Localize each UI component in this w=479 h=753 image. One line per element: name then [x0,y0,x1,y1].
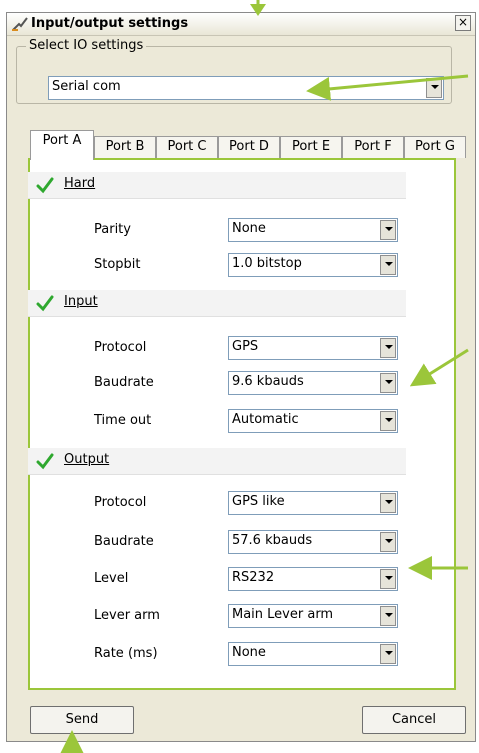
stopbit-value: 1.0 bitstop [232,256,302,271]
chevron-down-icon[interactable] [380,373,396,393]
output-lever-arm-select[interactable]: Main Lever arm [228,604,398,628]
chevron-down-icon[interactable] [426,78,442,98]
cancel-button[interactable]: Cancel [362,706,466,734]
tab-port-e[interactable]: Port E [280,136,342,158]
input-timeout-select[interactable]: Automatic [228,409,398,433]
input-protocol-value: GPS [232,339,259,354]
chevron-down-icon[interactable] [380,644,396,664]
checkmark-icon [36,177,54,194]
io-settings-group-label: Select IO settings [26,38,147,53]
input-protocol-select[interactable]: GPS [228,336,398,360]
checkmark-icon [36,453,54,470]
input-baudrate-select[interactable]: 9.6 kbauds [228,371,398,395]
section-input-title[interactable]: Input [64,294,98,309]
output-rate-select[interactable]: None [228,642,398,666]
section-output-title[interactable]: Output [64,452,109,467]
chevron-down-icon[interactable] [380,569,396,589]
output-level-select[interactable]: RS232 [228,567,398,591]
stopbit-select[interactable]: 1.0 bitstop [228,253,398,277]
checkmark-icon [36,295,54,312]
output-baudrate-select[interactable]: 57.6 kbauds [228,530,398,554]
input-protocol-label: Protocol [94,340,147,355]
tab-port-d[interactable]: Port D [218,136,280,158]
input-timeout-value: Automatic [232,412,299,427]
output-lever-arm-label: Lever arm [94,608,160,623]
app-icon [12,17,28,31]
close-button[interactable]: × [455,15,471,31]
chevron-down-icon[interactable] [380,493,396,513]
section-hard: Hard [28,172,406,199]
output-level-label: Level [94,571,129,586]
chevron-down-icon[interactable] [380,220,396,240]
parity-value: None [232,221,266,236]
chevron-down-icon[interactable] [380,532,396,552]
chevron-down-icon[interactable] [380,411,396,431]
parity-select[interactable]: None [228,218,398,242]
tab-port-b[interactable]: Port B [94,136,156,158]
chevron-down-icon[interactable] [380,255,396,275]
title-bar: Input/output settings × [7,13,475,36]
io-settings-select-value: Serial com [52,79,121,94]
output-level-value: RS232 [232,570,275,585]
input-baudrate-value: 9.6 kbauds [232,374,304,389]
io-settings-select[interactable]: Serial com [48,76,444,100]
output-rate-value: None [232,645,266,660]
tab-port-f[interactable]: Port F [342,136,404,158]
output-protocol-value: GPS like [232,494,285,509]
send-button[interactable]: Send [30,706,134,734]
section-input: Input [28,290,406,317]
section-output: Output [28,448,406,475]
chevron-down-icon[interactable] [380,338,396,358]
input-baudrate-label: Baudrate [94,375,154,390]
chevron-down-icon[interactable] [380,606,396,626]
output-baudrate-label: Baudrate [94,534,154,549]
output-protocol-select[interactable]: GPS like [228,491,398,515]
output-rate-label: Rate (ms) [94,646,158,661]
input-timeout-label: Time out [94,413,152,428]
tab-port-g[interactable]: Port G [404,136,466,158]
tab-port-c[interactable]: Port C [156,136,218,158]
tab-port-a[interactable]: Port A [30,130,94,160]
output-protocol-label: Protocol [94,495,147,510]
output-lever-arm-value: Main Lever arm [232,607,334,622]
output-baudrate-value: 57.6 kbauds [232,533,313,548]
parity-label: Parity [94,222,131,237]
window-title: Input/output settings [31,16,189,31]
stopbit-label: Stopbit [94,257,141,272]
section-hard-title[interactable]: Hard [64,176,95,191]
